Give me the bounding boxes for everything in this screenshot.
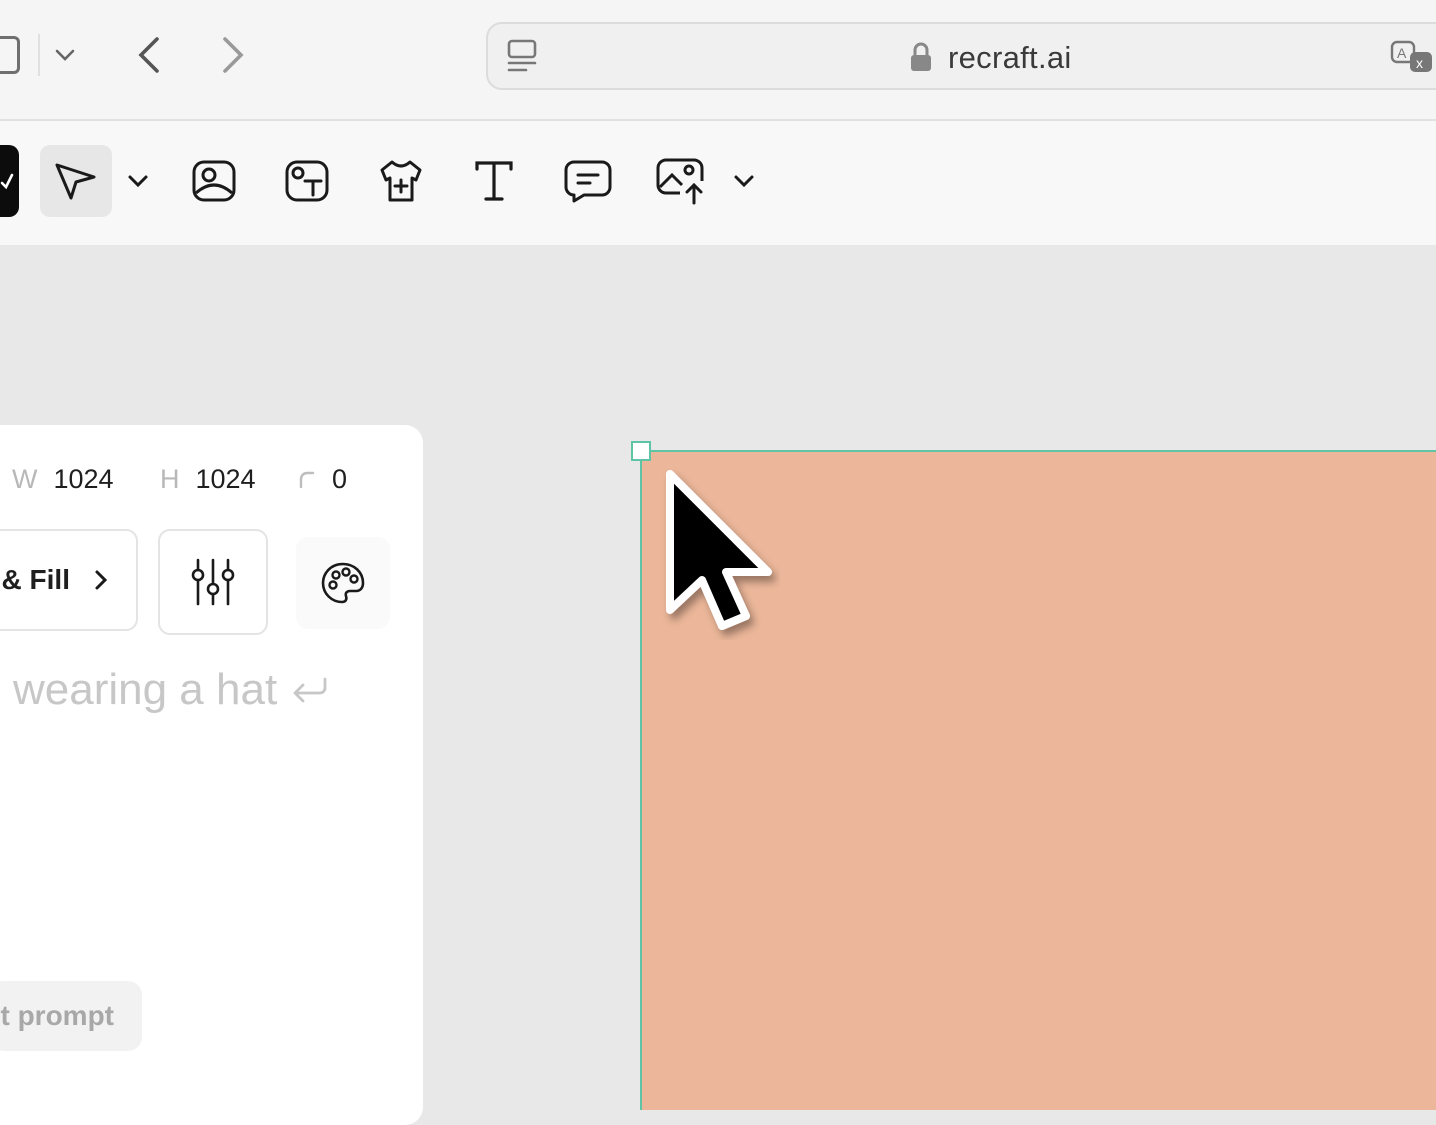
prompt-placeholder: wearing a hat (13, 665, 278, 714)
image-portrait-icon (192, 160, 236, 202)
prompt-button[interactable]: t prompt (0, 981, 142, 1051)
image-upload-icon (656, 158, 704, 205)
comment-tool[interactable] (552, 145, 624, 217)
pointer-icon (55, 163, 96, 200)
select-tool-dropdown[interactable] (122, 145, 154, 217)
width-value[interactable]: 1024 (53, 464, 113, 495)
mockup-tool[interactable] (365, 145, 437, 217)
translate-icon[interactable]: Ax (1390, 38, 1434, 78)
text-tool[interactable] (458, 145, 530, 217)
mouse-cursor-icon (650, 460, 780, 645)
text-icon (475, 161, 513, 201)
height-label: H (160, 463, 180, 494)
url-text: recraft.ai (948, 40, 1072, 75)
upload-tool[interactable] (645, 145, 717, 217)
reader-icon[interactable] (504, 38, 540, 74)
upload-tool-dropdown[interactable] (728, 145, 760, 217)
enter-icon (293, 677, 327, 703)
adjustments-button[interactable] (158, 529, 268, 635)
chevron-down-icon (734, 175, 754, 188)
palette-icon (321, 562, 365, 604)
style-palette-button[interactable] (296, 537, 390, 629)
image-text-icon (285, 160, 329, 202)
corner-radius-value[interactable]: 0 (332, 464, 347, 495)
svg-text:A: A (1397, 45, 1407, 61)
back-arrow-icon[interactable] (128, 30, 168, 80)
fill-button[interactable]: & Fill (0, 529, 138, 631)
fill-button-label: & Fill (1, 564, 70, 595)
chevron-down-icon (128, 175, 148, 188)
lock-icon (906, 40, 936, 74)
width-label: W (12, 463, 38, 494)
browser-chrome: recraft.ai Ax (0, 0, 1436, 121)
tshirt-icon (380, 160, 422, 202)
sliders-icon (191, 558, 235, 606)
corner-radius-field[interactable]: 0 (298, 455, 347, 503)
forward-arrow-icon[interactable] (214, 30, 254, 80)
address-bar[interactable]: recraft.ai Ax (486, 22, 1436, 90)
divider (38, 34, 40, 76)
chevron-down-icon[interactable] (50, 40, 80, 70)
tab-overview-icon[interactable] (0, 36, 20, 74)
properties-panel: W 1024 H 1024 0 & Fill wearing a hat t p… (0, 425, 423, 1125)
height-field[interactable]: H 1024 (160, 455, 256, 503)
comment-icon (564, 160, 612, 203)
svg-text:x: x (1416, 55, 1423, 71)
select-tool[interactable] (40, 145, 112, 217)
selection-handle[interactable] (631, 441, 651, 461)
chevron-right-icon (95, 570, 108, 590)
image-text-tool[interactable] (271, 145, 343, 217)
width-field[interactable]: W 1024 (12, 455, 114, 503)
image-tool[interactable] (178, 145, 250, 217)
height-value[interactable]: 1024 (196, 464, 256, 495)
corner-radius-icon (299, 471, 315, 488)
prompt-input[interactable]: wearing a hat (13, 665, 329, 715)
app-toolbar (0, 121, 1436, 245)
brush-tool-button[interactable] (0, 145, 19, 217)
